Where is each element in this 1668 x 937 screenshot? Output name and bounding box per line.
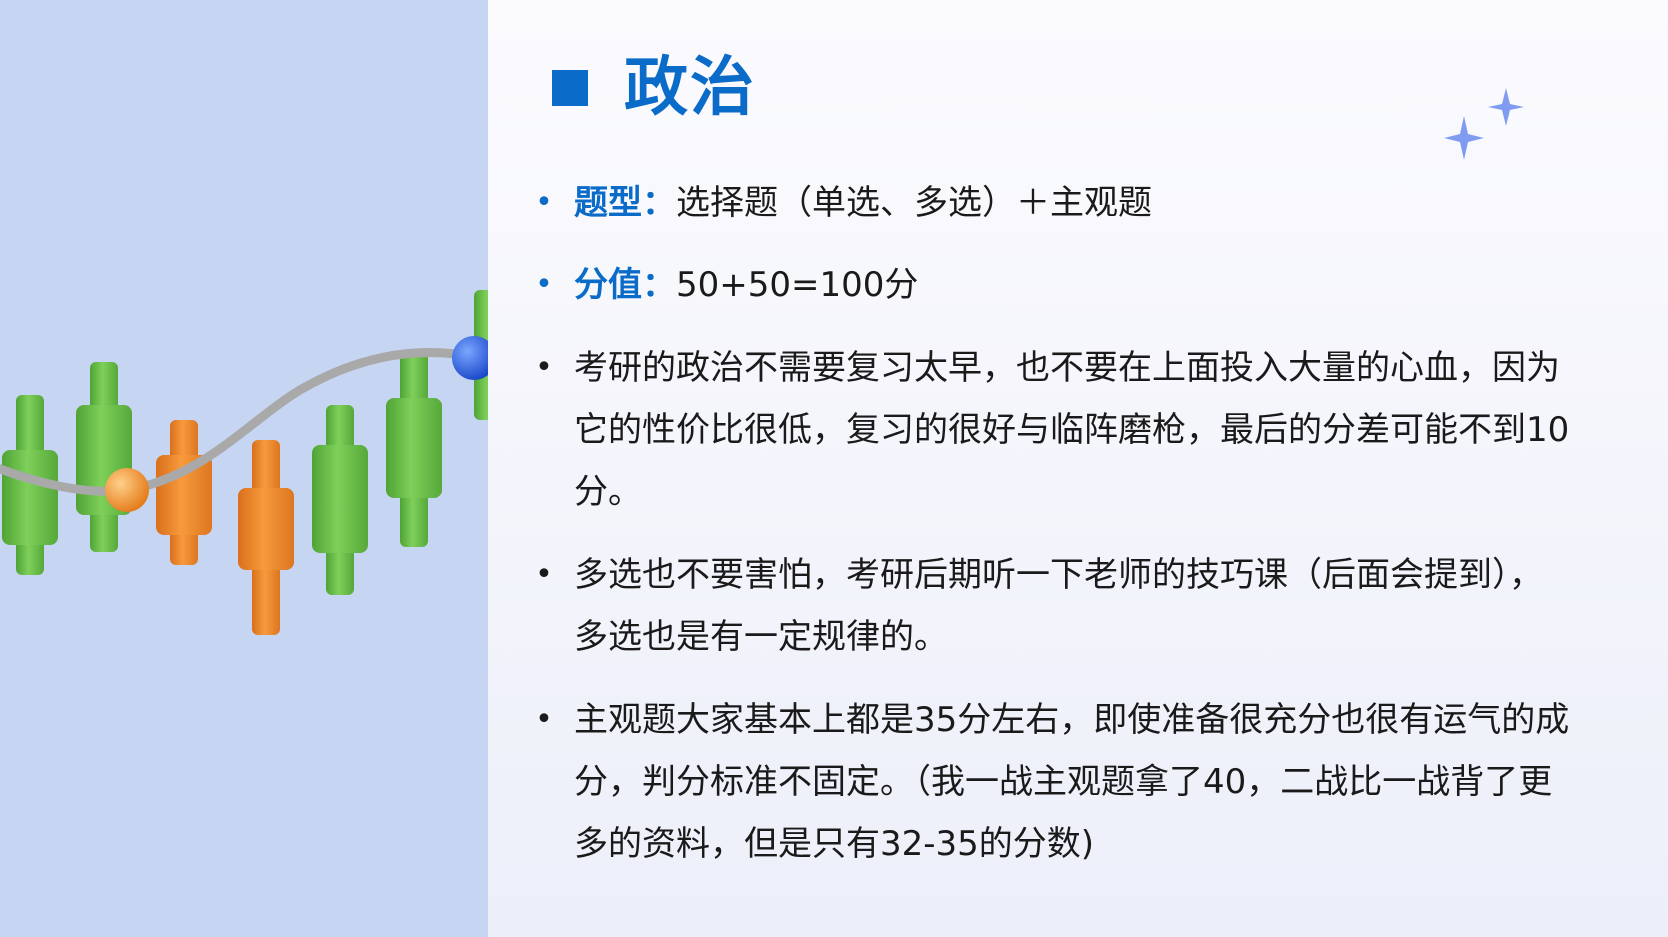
candle-3 bbox=[156, 420, 212, 565]
bullet-dot-icon: • bbox=[535, 557, 553, 592]
page-title: 政治 bbox=[624, 51, 756, 125]
bullet-dot-icon: • bbox=[535, 350, 553, 385]
decorative-illustration-panel bbox=[0, 0, 488, 937]
list-item: • 主观题大家基本上都是35分左右，即使准备很充分也很有运气的成分，判分标准不固… bbox=[530, 689, 1570, 875]
orange-ball bbox=[105, 468, 149, 512]
list-item: • 多选也不要害怕，考研后期听一下老师的技巧课（后面会提到），多选也是有一定规律… bbox=[530, 544, 1570, 668]
blue-ball bbox=[452, 336, 488, 380]
bullet-dot-icon: • bbox=[535, 702, 553, 737]
bullet-label: 题型 bbox=[574, 183, 642, 223]
candlestick-illustration bbox=[0, 290, 488, 635]
bullet-label-sep: ： bbox=[642, 183, 676, 223]
bullet-list: • 题型：选择题（单选、多选）＋主观题 • 分值：50+50=100分 • 考研… bbox=[530, 172, 1570, 896]
candle-4 bbox=[238, 440, 294, 635]
list-item: • 分值：50+50=100分 bbox=[530, 254, 1570, 316]
bullet-dot-icon: • bbox=[535, 185, 553, 220]
list-item: • 考研的政治不需要复习太早，也不要在上面投入大量的心血，因为它的性价比很低，复… bbox=[530, 337, 1570, 523]
bullet-label-sep: ： bbox=[642, 265, 676, 305]
candle-5 bbox=[312, 405, 368, 595]
candle-2 bbox=[76, 362, 132, 552]
bullet-text: 主观题大家基本上都是35分左右，即使准备很充分也很有运气的成分，判分标准不固定。… bbox=[574, 700, 1570, 864]
bullet-text: 选择题（单选、多选）＋主观题 bbox=[676, 183, 1152, 223]
square-icon bbox=[552, 70, 588, 106]
bullet-text: 50+50=100分 bbox=[676, 265, 919, 305]
candle-6 bbox=[386, 352, 442, 547]
list-item: • 题型：选择题（单选、多选）＋主观题 bbox=[530, 172, 1570, 234]
bullet-dot-icon: • bbox=[535, 267, 553, 302]
slide-title: 政治 bbox=[552, 44, 756, 132]
sparkle-icon bbox=[1444, 88, 1524, 160]
bullet-text: 多选也不要害怕，考研后期听一下老师的技巧课（后面会提到），多选也是有一定规律的。 bbox=[574, 555, 1543, 657]
bullet-label: 分值 bbox=[574, 265, 642, 305]
bullet-text: 考研的政治不需要复习太早，也不要在上面投入大量的心血，因为它的性价比很低，复习的… bbox=[574, 348, 1570, 512]
